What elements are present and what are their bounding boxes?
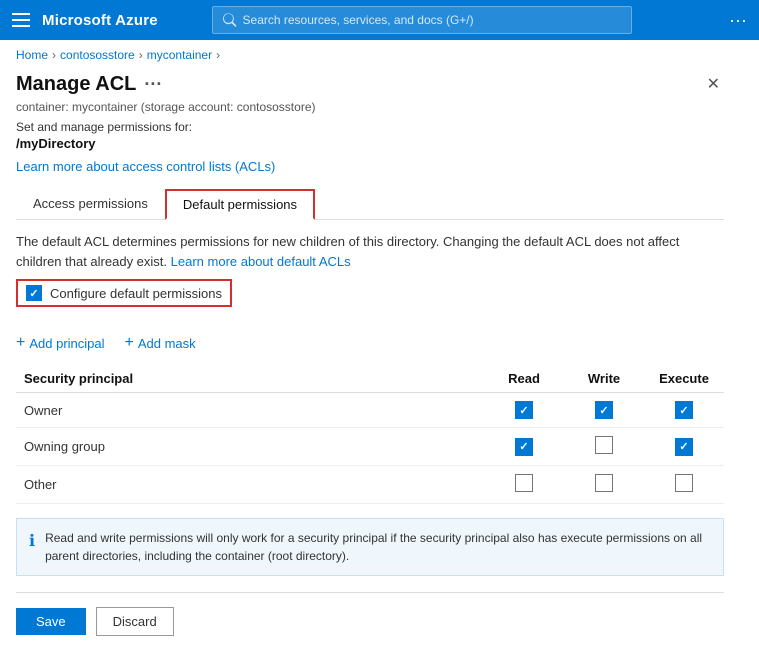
learn-default-acl-link[interactable]: Learn more about default ACLs — [171, 252, 351, 272]
tab-access-permissions[interactable]: Access permissions — [16, 189, 165, 220]
tab-default-permissions[interactable]: Default permissions — [165, 189, 315, 220]
breadcrumb-container[interactable]: mycontainer — [147, 48, 212, 62]
cell-read — [484, 466, 564, 504]
cell-execute — [644, 393, 724, 428]
checkbox-read[interactable] — [515, 438, 533, 456]
search-input[interactable] — [243, 13, 622, 27]
manage-acl-panel: Manage ACL ··· ✕ container: mycontainer … — [0, 70, 740, 652]
discard-button[interactable]: Discard — [96, 607, 174, 636]
checkbox-write[interactable] — [595, 401, 613, 419]
table-row: Owning group — [16, 428, 724, 466]
search-bar[interactable] — [212, 6, 632, 34]
tab-bar: Access permissions Default permissions — [16, 188, 724, 220]
cell-execute — [644, 466, 724, 504]
checkbox-execute[interactable] — [675, 438, 693, 456]
plus-icon: + — [16, 335, 25, 351]
more-options-icon[interactable]: ··· — [729, 10, 747, 31]
configure-default-label[interactable]: Configure default permissions — [16, 279, 232, 307]
plus-icon-2: + — [125, 335, 134, 351]
configure-checkbox-wrapper: Configure default permissions — [16, 279, 724, 321]
cell-execute — [644, 428, 724, 466]
breadcrumb: Home › contososstore › mycontainer › — [0, 40, 759, 70]
bottom-buttons: Save Discard — [16, 607, 724, 636]
col-write: Write — [564, 365, 644, 393]
action-buttons: + Add principal + Add mask — [16, 335, 724, 351]
checkbox-read[interactable] — [515, 474, 533, 492]
cell-write — [564, 428, 644, 466]
col-execute: Execute — [644, 365, 724, 393]
default-description: The default ACL determines permissions f… — [16, 232, 724, 271]
panel-path: /myDirectory — [16, 136, 724, 151]
checkbox-write[interactable] — [595, 474, 613, 492]
table-row: Owner — [16, 393, 724, 428]
cell-read — [484, 393, 564, 428]
configure-checkbox[interactable] — [26, 285, 42, 301]
checkbox-execute[interactable] — [675, 401, 693, 419]
cell-principal: Other — [16, 466, 484, 504]
cell-read — [484, 428, 564, 466]
col-principal: Security principal — [16, 365, 484, 393]
cell-principal: Owning group — [16, 428, 484, 466]
save-button[interactable]: Save — [16, 608, 86, 635]
top-navigation: Microsoft Azure ··· — [0, 0, 759, 40]
checkbox-execute[interactable] — [675, 474, 693, 492]
cell-write — [564, 393, 644, 428]
info-icon: ℹ — [29, 530, 35, 554]
breadcrumb-home[interactable]: Home — [16, 48, 48, 62]
panel-header: Manage ACL ··· ✕ — [16, 70, 724, 98]
checkbox-write[interactable] — [595, 436, 613, 454]
cell-write — [564, 466, 644, 504]
add-principal-button[interactable]: + Add principal — [16, 335, 105, 351]
col-read: Read — [484, 365, 564, 393]
table-row: Other — [16, 466, 724, 504]
app-title: Microsoft Azure — [42, 12, 158, 29]
panel-title: Manage ACL ··· — [16, 73, 162, 96]
add-mask-button[interactable]: + Add mask — [125, 335, 196, 351]
divider — [16, 592, 724, 593]
panel-more-icon[interactable]: ··· — [144, 74, 162, 95]
panel-subtitle: container: mycontainer (storage account:… — [16, 100, 724, 114]
breadcrumb-store[interactable]: contososstore — [60, 48, 135, 62]
hamburger-menu[interactable] — [12, 13, 30, 27]
close-icon[interactable]: ✕ — [703, 70, 724, 98]
cell-principal: Owner — [16, 393, 484, 428]
info-banner: ℹ Read and write permissions will only w… — [16, 518, 724, 576]
search-icon — [223, 13, 236, 27]
learn-acl-link[interactable]: Learn more about access control lists (A… — [16, 159, 275, 174]
table-header-row: Security principal Read Write Execute — [16, 365, 724, 393]
permissions-table: Security principal Read Write Execute Ow… — [16, 365, 724, 504]
panel-desc: Set and manage permissions for: — [16, 120, 724, 134]
checkbox-read[interactable] — [515, 401, 533, 419]
